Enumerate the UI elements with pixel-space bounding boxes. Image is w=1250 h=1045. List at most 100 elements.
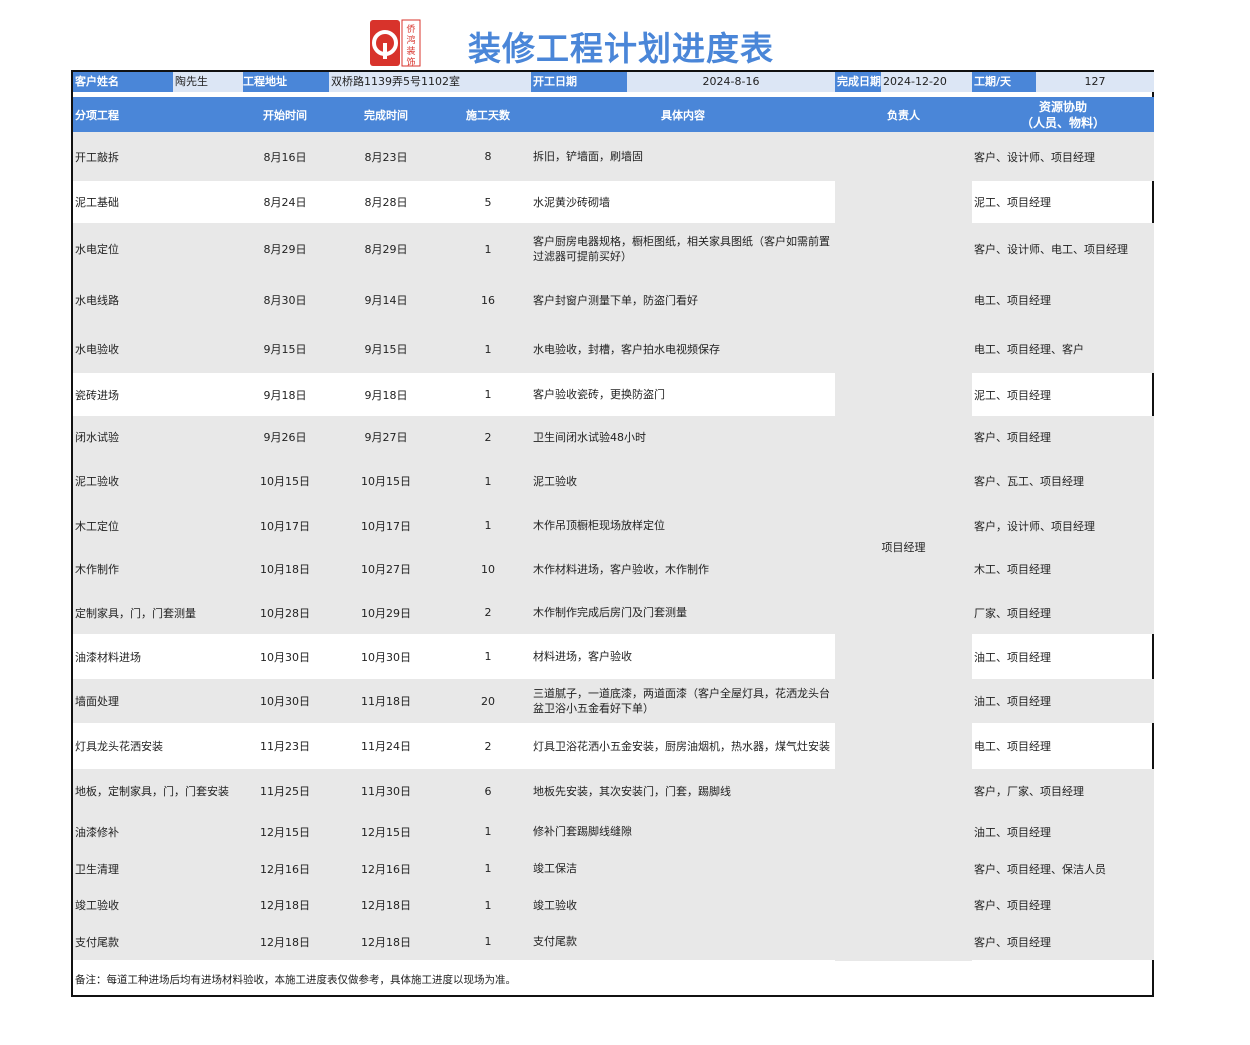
schedule-sheet: 客户姓名 陶先生 工程地址 双桥路1139弄5号1102室 开工日期 2024-… — [71, 70, 1154, 997]
cell-days: 2 — [484, 606, 492, 619]
cell-resource: 客户，设计师、项目经理 — [974, 519, 1095, 533]
duration-label: 工期/天 — [972, 72, 1036, 92]
table-row: 墙面处理 10月30日 11月18日 20 三道腻子，一道底漆，两道面漆（客户全屋灯具，… — [73, 679, 1154, 723]
cell-start: 10月30日 — [260, 650, 310, 664]
cell-content: 木作材料进场，客户验收，木作制作 — [533, 562, 709, 576]
cell-start: 8月29日 — [263, 243, 307, 256]
cell-item: 开工敲拆 — [75, 150, 119, 164]
cell-item: 木作制作 — [75, 563, 119, 576]
customer-label: 客户姓名 — [73, 72, 173, 92]
table-row: 竣工验收 12月18日 12月18日 1 竣工验收 客户、项目经理 — [73, 887, 1154, 923]
cell-content: 竣工保洁 — [533, 862, 577, 875]
svg-text:侨: 侨 — [406, 23, 415, 35]
cell-days: 1 — [484, 862, 492, 875]
cell-item: 油漆材料进场 — [75, 650, 141, 664]
cell-end: 12月18日 — [361, 899, 411, 912]
cell-start: 10月28日 — [260, 606, 310, 620]
cell-end: 11月24日 — [361, 740, 411, 753]
cell-item: 闭水试验 — [75, 431, 119, 444]
table-row: 卫生清理 12月16日 12月16日 1 竣工保洁 客户、项目经理、保洁人员 — [73, 850, 1154, 887]
cell-days: 1 — [484, 242, 492, 256]
cell-days: 10 — [481, 562, 495, 576]
cell-days: 16 — [481, 293, 495, 307]
cell-resource: 泥工、项目经理 — [974, 388, 1051, 402]
cell-item: 地板，定制家具，门，门套安装 — [75, 785, 229, 798]
header-resource-line1: 资源协助 — [1038, 99, 1087, 114]
header-content: 具体内容 — [661, 108, 705, 122]
cell-end: 12月18日 — [361, 935, 411, 949]
cell-resource: 厂家、项目经理 — [974, 606, 1051, 620]
cell-start: 9月15日 — [263, 343, 307, 356]
cell-days: 6 — [484, 784, 492, 798]
end-date-label: 完成日期 — [835, 72, 881, 92]
cell-content: 泥工验收 — [533, 474, 577, 488]
cell-start: 11月25日 — [260, 785, 310, 798]
cell-item: 瓷砖进场 — [75, 388, 119, 402]
table-header: 分项工程 开始时间 完成时间 施工天数 具体内容 负责人 资源协助 （人员、物料… — [73, 97, 1154, 132]
cell-days: 1 — [484, 388, 492, 401]
cell-days: 20 — [481, 694, 495, 708]
cell-end: 10月17日 — [361, 519, 411, 533]
cell-end: 10月27日 — [361, 563, 411, 576]
table-row: 木作制作 10月18日 10月27日 10 木作材料进场，客户验收，木作制作 木工、项目经… — [73, 547, 1154, 591]
cell-item: 支付尾款 — [75, 935, 119, 949]
cell-end: 9月14日 — [364, 294, 408, 307]
cell-end: 11月30日 — [361, 785, 411, 798]
customer-value: 陶先生 — [173, 72, 243, 92]
cell-days: 1 — [484, 342, 492, 356]
end-date-value: 2024-12-20 — [881, 72, 972, 92]
cell-content: 木作制作完成后房门及门套测量 — [533, 606, 687, 619]
cell-content: 修补门套踢脚线缝隙 — [533, 825, 632, 838]
cell-item: 水电定位 — [75, 243, 119, 256]
cell-start: 12月18日 — [260, 899, 310, 912]
company-logo: 侨 鸿 装 饰 — [370, 18, 422, 68]
cell-start: 12月15日 — [260, 825, 310, 839]
cell-start: 8月30日 — [263, 294, 307, 307]
cell-resource: 电工、项目经理 — [974, 294, 1051, 307]
cell-days: 5 — [484, 195, 492, 209]
cell-resource: 客户、项目经理 — [974, 935, 1051, 949]
cell-days: 1 — [484, 898, 492, 912]
cell-content: 竣工验收 — [533, 898, 577, 912]
cell-content: 客户厨房电器规格，橱柜图纸，相关家具图纸（客户如需前置过滤器可提前买好） — [533, 235, 830, 263]
svg-text:鸿: 鸿 — [406, 34, 415, 46]
cell-content: 拆旧，铲墙面，刷墙固 — [533, 150, 643, 163]
cell-days: 1 — [484, 825, 492, 838]
cell-end: 9月18日 — [364, 388, 408, 402]
cell-end: 10月29日 — [361, 606, 411, 620]
start-date-value: 2024-8-16 — [627, 72, 835, 92]
table-row: 开工敲拆 8月16日 8月23日 8 拆旧，铲墙面，刷墙固 客户、设计师、项目经理 — [73, 132, 1154, 181]
cell-content: 卫生间闭水试验48小时 — [533, 430, 646, 444]
cell-item: 卫生清理 — [75, 862, 119, 876]
footnote: 备注：每道工种进场后均有进场材料验收，本施工进度表仅做参考，具体施工进度以现场为… — [75, 974, 516, 986]
cell-content: 客户封窗户测量下单，防盗门看好 — [533, 293, 698, 307]
cell-start: 8月16日 — [263, 150, 307, 164]
cell-days: 1 — [484, 519, 492, 532]
cell-end: 9月15日 — [364, 343, 408, 356]
header-item: 分项工程 — [75, 108, 119, 122]
cell-start: 11月23日 — [260, 740, 310, 753]
cell-resource: 客户、设计师、电工、项目经理 — [974, 243, 1128, 256]
cell-end: 12月15日 — [361, 825, 411, 839]
header-start: 开始时间 — [263, 108, 307, 122]
cell-resource: 泥工、项目经理 — [974, 196, 1051, 209]
cell-start: 8月24日 — [263, 196, 307, 209]
cell-content: 灯具卫浴花洒小五金安装，厨房油烟机，热水器，煤气灶安装 — [533, 739, 830, 753]
table-row: 瓷砖进场 9月18日 9月18日 1 客户验收瓷砖，更换防盗门 泥工、项目经理 — [73, 373, 1154, 416]
table-row: 闭水试验 9月26日 9月27日 2 卫生间闭水试验48小时 客户、项目经理 — [73, 416, 1154, 458]
cell-start: 10月15日 — [260, 475, 310, 488]
table-row: 油漆修补 12月15日 12月15日 1 修补门套踢脚线缝隙 油工、项目经理 — [73, 813, 1154, 850]
cell-resource: 电工、项目经理 — [974, 740, 1051, 753]
svg-text:装: 装 — [406, 45, 415, 57]
cell-content: 木作吊顶橱柜现场放样定位 — [533, 519, 665, 532]
cell-content: 水电验收，封槽，客户拍水电视频保存 — [533, 342, 720, 356]
table-row: 定制家具，门，门套测量 10月28日 10月29日 2 木作制作完成后房门及门套测量 厂家… — [73, 591, 1154, 634]
table-row: 油漆材料进场 10月30日 10月30日 1 材料进场，客户验收 油工、项目经理 — [73, 634, 1154, 679]
cell-days: 2 — [484, 739, 492, 753]
header-resource: 资源协助 （人员、物料） — [972, 97, 1154, 132]
cell-resource: 电工、项目经理、客户 — [974, 343, 1084, 356]
table-row: 支付尾款 12月18日 12月18日 1 支付尾款 客户、项目经理 — [73, 923, 1154, 960]
table-row: 水电验收 9月15日 9月15日 1 水电验收，封槽，客户拍水电视频保存 电工、项目经理、… — [73, 325, 1154, 373]
cell-resource: 油工、项目经理 — [974, 695, 1051, 708]
table-row: 水电线路 8月30日 9月14日 16 客户封窗户测量下单，防盗门看好 电工、项目经理 — [73, 275, 1154, 325]
